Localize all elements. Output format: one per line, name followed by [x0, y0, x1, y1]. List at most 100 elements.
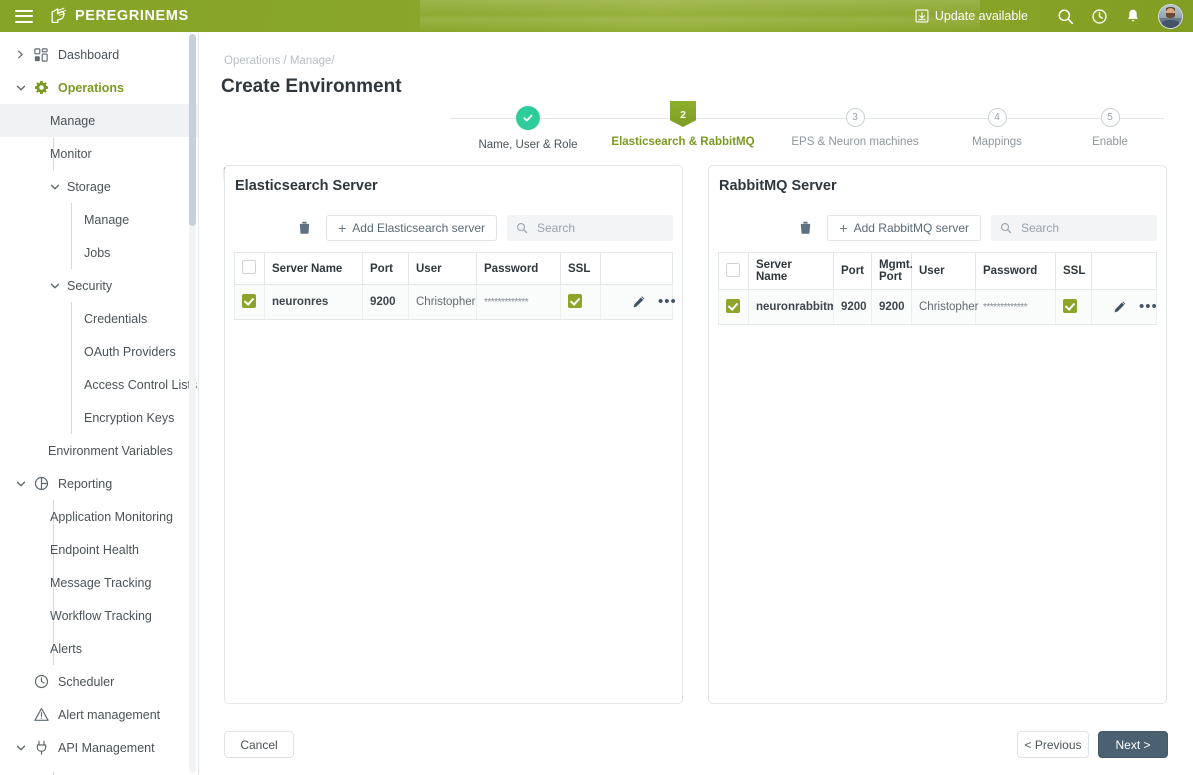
col-ssl: SSL [1055, 252, 1092, 290]
sidebar-item-api-management[interactable]: API Management [0, 731, 198, 764]
sidebar-item-label: Endpoint Health [50, 542, 139, 557]
step-2[interactable]: 2 Elasticsearch & RabbitMQ [603, 77, 763, 148]
trash-icon [299, 221, 309, 234]
cell-password: ************* [476, 284, 561, 320]
select-all-checkbox[interactable] [726, 262, 740, 277]
sidebar-item-scheduler[interactable]: Scheduler [0, 665, 198, 698]
table-row[interactable]: neuronrabbitmq 9200 9200 Christopher ***… [718, 289, 1158, 325]
sidebar-item-workflow-tracking[interactable]: Workflow Tracking [0, 599, 198, 632]
step-3[interactable]: 3 EPS & Neuron machines [775, 77, 935, 148]
edit-row-button[interactable] [632, 291, 646, 313]
cell-ssl[interactable] [1055, 289, 1092, 325]
rabbitmq-table: Server Name Port Mgmt. Port User Passwor… [718, 252, 1157, 325]
elasticsearch-search-input[interactable] [535, 220, 655, 236]
chevron-down-icon [14, 477, 27, 490]
sidebar-item-credentials[interactable]: Credentials [0, 302, 198, 335]
cell-port: 9200 [833, 289, 872, 325]
plus-icon: + [338, 220, 347, 236]
step-5-label: Enable [1092, 136, 1128, 148]
peregrine-logo-icon [51, 7, 67, 23]
sidebar-item-reporting[interactable]: Reporting [0, 467, 198, 500]
notifications-button[interactable] [1116, 0, 1150, 32]
step-4-circle[interactable]: 4 [987, 108, 1007, 127]
ssl-checkbox[interactable] [568, 293, 582, 308]
sidebar-item-dashboard[interactable]: Dashboard [0, 38, 198, 71]
step-3-circle[interactable]: 3 [845, 108, 865, 127]
user-avatar[interactable] [1158, 3, 1183, 29]
rabbitmq-toolbar: + Add RabbitMQ server [718, 215, 1157, 241]
hamburger-menu-icon[interactable] [15, 9, 33, 23]
sidebar-item-label: Security [67, 278, 113, 293]
sidebar-item-manage[interactable]: Manage [0, 104, 198, 137]
sidebar-item-label: Scheduler [58, 674, 115, 689]
sidebar-item-alert-management[interactable]: Alert management [0, 698, 198, 731]
sidebar-item-monitor[interactable]: Monitor [0, 137, 198, 170]
cancel-button[interactable]: Cancel [224, 731, 294, 758]
sidebar-item-jobs[interactable]: Jobs [0, 236, 198, 269]
sidebar-item-storage-manage[interactable]: Manage [0, 203, 198, 236]
search-button[interactable] [1048, 0, 1082, 32]
elasticsearch-search-box[interactable] [507, 215, 673, 241]
edit-row-button[interactable] [1113, 296, 1127, 318]
sidebar-item-environment-variables[interactable]: Environment Variables [0, 434, 198, 467]
step-1-check-icon[interactable] [516, 106, 540, 130]
col-mgmt-port: Mgmt. Port [871, 252, 913, 290]
step-1[interactable]: Name, User & Role [448, 77, 608, 151]
more-horizontal-icon: ••• [658, 293, 677, 310]
sidebar-item-operations[interactable]: Operations [0, 71, 198, 104]
row-more-menu-button[interactable]: ••• [1139, 296, 1158, 318]
sidebar-item-label: Jobs [84, 245, 111, 260]
sidebar-item-message-tracking[interactable]: Message Tracking [0, 566, 198, 599]
step-3-label: EPS & Neuron machines [791, 136, 919, 148]
rabbitmq-delete-button[interactable] [793, 216, 817, 240]
col-password: Password [975, 252, 1056, 290]
sidebar-item-label: Operations [58, 80, 124, 95]
sidebar-item-application-monitoring[interactable]: Application Monitoring [0, 500, 198, 533]
update-available-button[interactable]: Update available [915, 9, 1028, 23]
topbar-shine [420, 0, 980, 32]
sidebar-item-oauth-providers[interactable]: OAuth Providers [0, 335, 198, 368]
col-password: Password [476, 252, 561, 285]
select-all-checkbox[interactable] [242, 260, 256, 274]
select-all-header[interactable] [234, 252, 265, 285]
sidebar-scrollbar-thumb[interactable] [189, 34, 196, 226]
ssl-checkbox[interactable] [1063, 298, 1077, 313]
update-icon [915, 9, 929, 23]
sidebar-item-encryption-keys[interactable]: Encryption Keys [0, 401, 198, 434]
add-rabbitmq-server-button[interactable]: + Add RabbitMQ server [827, 215, 981, 241]
previous-button[interactable]: < Previous [1017, 731, 1089, 758]
sidebar-item-alerts[interactable]: Alerts [0, 632, 198, 665]
rabbitmq-panel: RabbitMQ Server + Add RabbitMQ server Se… [708, 165, 1167, 704]
step-5-circle[interactable]: 5 [1100, 108, 1120, 127]
sidebar-item-storage[interactable]: Storage [0, 170, 198, 203]
history-button[interactable] [1082, 0, 1116, 32]
step-5[interactable]: 5 Enable [1030, 77, 1190, 148]
sidebar-item-label: Access Control Lists [84, 377, 198, 392]
cell-actions: ••• [1091, 289, 1158, 325]
cell-actions: ••• [600, 284, 676, 320]
rabbitmq-panel-title: RabbitMQ Server [719, 178, 837, 194]
cell-ssl[interactable] [560, 284, 601, 320]
brand-logo-link[interactable]: PEREGRINEMS [49, 6, 189, 26]
row-select-cell[interactable] [234, 284, 265, 320]
sidebar-item-access-control-lists[interactable]: Access Control Lists [0, 368, 198, 401]
row-select-checkbox[interactable] [726, 298, 740, 313]
step-2-badge[interactable]: 2 [670, 101, 696, 127]
table-row[interactable]: neuronres 9200 Christopher ************* [234, 284, 676, 320]
top-bar: PEREGRINEMS Update available [0, 0, 1193, 32]
more-horizontal-icon: ••• [1139, 298, 1158, 315]
row-more-menu-button[interactable]: ••• [658, 291, 677, 313]
sidebar-item-endpoint-health[interactable]: Endpoint Health [0, 533, 198, 566]
row-select-cell[interactable] [718, 289, 749, 325]
elasticsearch-delete-button[interactable] [292, 216, 316, 240]
row-select-checkbox[interactable] [242, 293, 256, 308]
cell-user: Christopher [911, 289, 978, 325]
pencil-icon [633, 296, 645, 308]
clock-icon [33, 674, 49, 690]
rabbitmq-search-input[interactable] [1019, 220, 1139, 236]
next-button[interactable]: Next > [1098, 731, 1168, 758]
rabbitmq-search-box[interactable] [991, 215, 1157, 241]
add-elasticsearch-server-button[interactable]: + Add Elasticsearch server [326, 215, 497, 241]
sidebar-item-security[interactable]: Security [0, 269, 198, 302]
select-all-header[interactable] [718, 252, 749, 290]
